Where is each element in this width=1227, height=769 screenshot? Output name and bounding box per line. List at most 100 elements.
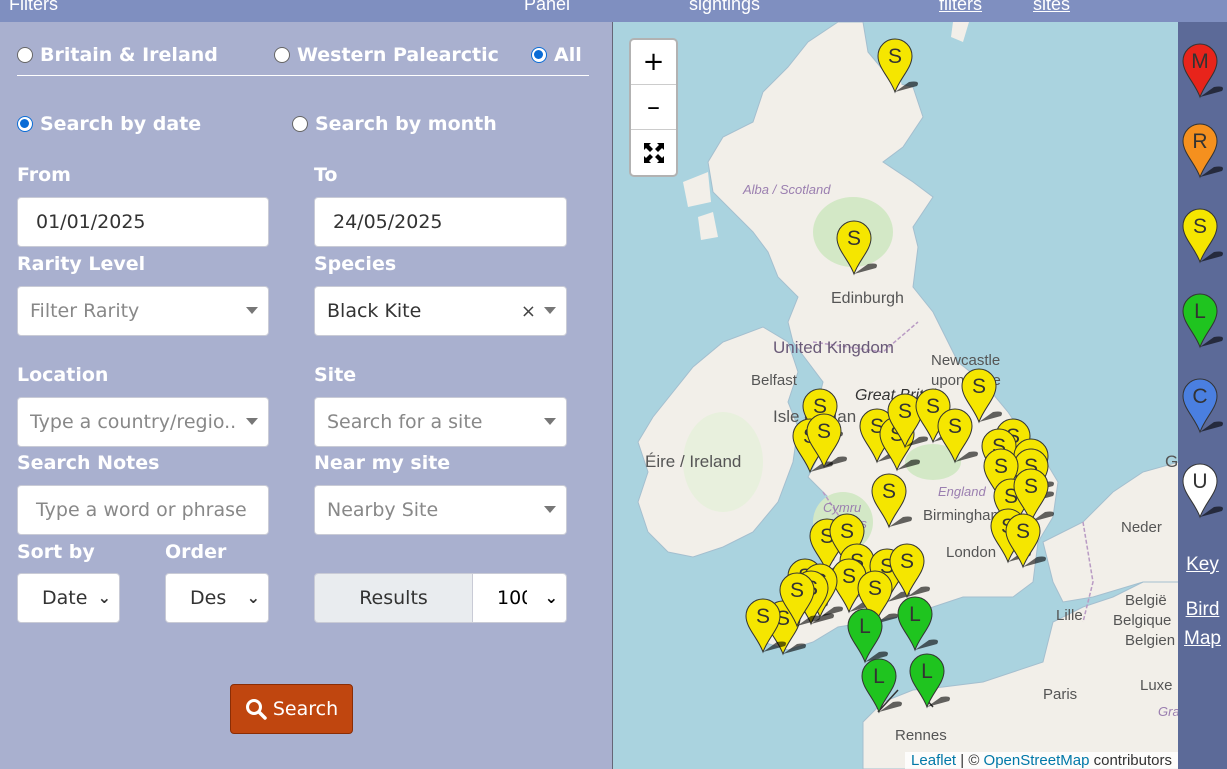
map-marker-s[interactable]: S (836, 220, 877, 276)
svg-text:L: L (873, 665, 885, 688)
clear-icon[interactable]: × (521, 301, 536, 322)
svg-text:S: S (1024, 475, 1038, 498)
legend-marker-c[interactable]: C (1182, 378, 1223, 434)
sort-select[interactable]: Date ⌄ (17, 573, 120, 623)
rarity-label: Rarity Level (17, 253, 146, 275)
radio-search-by-month[interactable]: Search by month (292, 113, 497, 135)
leaflet-link[interactable]: Leaflet (911, 752, 956, 769)
species-value: Black Kite (327, 300, 422, 322)
legend-marker-l[interactable]: L (1182, 293, 1223, 349)
svg-text:S: S (900, 550, 914, 573)
chevron-down-icon: ⌄ (246, 588, 260, 607)
radio-all-label: All (554, 44, 582, 66)
site-placeholder: Search for a site (327, 411, 483, 433)
nav-sightings[interactable]: sightings (689, 0, 760, 15)
near-site-placeholder: Nearby Site (327, 499, 439, 521)
site-select[interactable]: Search for a site (314, 397, 567, 447)
attribution-separator: | © (956, 752, 984, 769)
fullscreen-icon (643, 142, 664, 163)
legend-marker-r[interactable]: R (1182, 123, 1223, 179)
radio-search-by-month-dot[interactable] (292, 116, 308, 132)
map-marker-l[interactable]: L (909, 653, 950, 709)
map-marker-s[interactable]: S (877, 38, 918, 94)
nav-panel[interactable]: Panel (524, 0, 570, 15)
svg-text:U: U (1192, 470, 1207, 493)
svg-text:S: S (994, 455, 1008, 478)
chevron-down-icon: ⌄ (97, 588, 111, 607)
radio-western-palearctic[interactable]: Western Palearctic (274, 44, 499, 66)
map-link[interactable]: Map (1178, 628, 1227, 650)
map-marker-s[interactable]: S (1005, 513, 1046, 569)
svg-text:S: S (817, 420, 831, 443)
species-select[interactable]: Black Kite × (314, 286, 567, 336)
bird-link[interactable]: Bird (1178, 599, 1227, 621)
zoom-out-button[interactable]: – (631, 85, 676, 130)
legend-marker-m[interactable]: M (1182, 43, 1223, 99)
map-marker-l[interactable]: L (847, 608, 888, 664)
sort-label: Sort by (17, 541, 95, 563)
svg-text:S: S (756, 605, 770, 628)
map-marker-s[interactable]: S (889, 543, 930, 599)
svg-text:L: L (1194, 300, 1206, 323)
svg-text:S: S (898, 400, 912, 423)
legend-marker-u[interactable]: U (1182, 463, 1223, 519)
location-select[interactable]: Type a country/regio... (17, 397, 269, 447)
svg-text:S: S (882, 480, 896, 503)
legend-marker-s[interactable]: S (1182, 208, 1223, 264)
map-marker-s[interactable]: S (937, 408, 978, 464)
radio-search-by-date[interactable]: Search by date (17, 113, 201, 135)
radio-all[interactable]: All (531, 44, 582, 66)
results-label: Results (315, 574, 473, 622)
radio-western-palearctic-label: Western Palearctic (297, 44, 499, 66)
to-date-input[interactable]: 24/05/2025 (314, 197, 567, 247)
radio-britain-ireland[interactable]: Britain & Ireland (17, 44, 218, 66)
svg-text:L: L (909, 603, 921, 626)
radio-britain-ireland-dot[interactable] (17, 47, 33, 63)
near-site-label: Near my site (314, 452, 451, 474)
svg-text:S: S (840, 520, 854, 543)
marker-layer: SSSSSSSSSSSSSSSSSSSSSSSSSSSSSSSSSSLLLL (745, 38, 1054, 714)
nav-filters-link[interactable]: filters (939, 0, 982, 15)
legend-markers: M R S L C U (1182, 43, 1223, 519)
nav-sites-link[interactable]: sites (1033, 0, 1070, 15)
zoom-control: + – (629, 38, 678, 177)
osm-link[interactable]: OpenStreetMap (984, 752, 1090, 769)
results-select[interactable]: 100 ⌄ (473, 574, 566, 622)
filter-panel: Britain & Ireland Western Palearctic All… (0, 22, 612, 769)
svg-text:S: S (842, 565, 856, 588)
radio-western-palearctic-dot[interactable] (274, 47, 290, 63)
radio-all-dot[interactable] (531, 47, 547, 63)
order-select[interactable]: Des ⌄ (165, 573, 269, 623)
svg-text:R: R (1192, 130, 1207, 153)
rarity-select[interactable]: Filter Rarity (17, 286, 269, 336)
nav-filters[interactable]: Filters (9, 0, 58, 15)
chevron-down-icon (544, 506, 556, 513)
map-marker-s[interactable]: S (961, 368, 1002, 424)
results-group: Results 100 ⌄ (314, 573, 567, 623)
near-site-select[interactable]: Nearby Site (314, 485, 567, 535)
zoom-in-button[interactable]: + (631, 40, 676, 85)
radio-search-by-date-dot[interactable] (17, 116, 33, 132)
notes-input[interactable]: Type a word or phrase (17, 485, 269, 535)
fullscreen-button[interactable] (631, 130, 676, 175)
svg-text:S: S (972, 375, 986, 398)
svg-text:S: S (1016, 520, 1030, 543)
map-marker-l[interactable]: L (897, 596, 938, 652)
rarity-placeholder: Filter Rarity (30, 300, 140, 322)
search-button-label: Search (272, 698, 339, 720)
svg-text:L: L (921, 660, 933, 683)
marker-legend: M R S L C U Key Bird Map (1178, 22, 1227, 769)
svg-text:C: C (1192, 385, 1207, 408)
radio-search-by-date-label: Search by date (40, 113, 202, 135)
map-view[interactable]: Alba / Scotland Edinburgh United Kingdom… (612, 22, 1178, 769)
location-label: Location (17, 364, 109, 386)
svg-text:S: S (948, 415, 962, 438)
notes-placeholder: Type a word or phrase (36, 499, 247, 521)
svg-text:S: S (790, 579, 804, 602)
map-marker-s[interactable]: S (871, 473, 912, 529)
map-marker-l[interactable]: L (861, 658, 902, 714)
key-link[interactable]: Key (1178, 554, 1227, 576)
search-button[interactable]: Search (230, 684, 353, 734)
from-date-input[interactable]: 01/01/2025 (17, 197, 269, 247)
radio-search-by-month-label: Search by month (315, 113, 497, 135)
